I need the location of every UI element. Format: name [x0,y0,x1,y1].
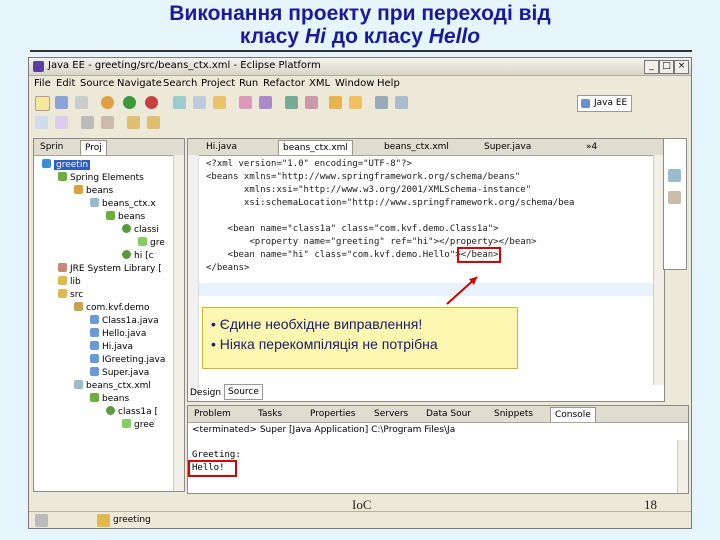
tab-data-source[interactable]: Data Sour [422,407,475,421]
title-text-a: класу [239,25,305,48]
console-highlight-box [188,460,237,477]
tab-problems[interactable]: Problem [190,407,235,421]
tab-properties[interactable]: Properties [306,407,359,421]
eclipse-window: Java EE - greeting/src/beans_ctx.xml - E… [28,57,692,529]
page-number: 18 [644,497,657,512]
console-view: Problem Tasks Properties Servers Data So… [187,405,689,494]
slide-title-line1: Виконання проекту при переході від [169,2,551,25]
console-header: <terminated> Super [Java Application] C:… [192,425,456,435]
title-class-hi: Hi [304,25,326,48]
tab-snippets[interactable]: Snippets [490,407,537,421]
status-project-label: greeting [113,515,151,525]
tab-servers[interactable]: Servers [370,407,412,421]
status-bar: greeting [29,511,691,528]
tab-tasks[interactable]: Tasks [254,407,286,421]
console-scrollbar[interactable] [677,440,688,493]
callout-line-2: Ніяка перекомпіляція не потрібна [211,334,511,354]
title-text-b: до класу [325,25,429,48]
project-status-icon [97,514,110,527]
footer-label: IoC [352,497,372,512]
fast-view-icon[interactable] [35,514,48,527]
console-tabstrip: Problem Tasks Properties Servers Data So… [188,406,688,423]
callout-line-1: Єдине необхідне виправлення! [211,314,511,334]
slide-title: Виконання проекту при переході від класу… [0,2,720,48]
tab-console[interactable]: Console [550,407,596,422]
title-underline [30,50,692,52]
callout-note: Єдине необхідне виправлення! Ніяка перек… [202,307,518,369]
title-class-hello: Hello [428,25,481,48]
slide-title-line2: класу Hi до класу Hello [0,25,720,48]
